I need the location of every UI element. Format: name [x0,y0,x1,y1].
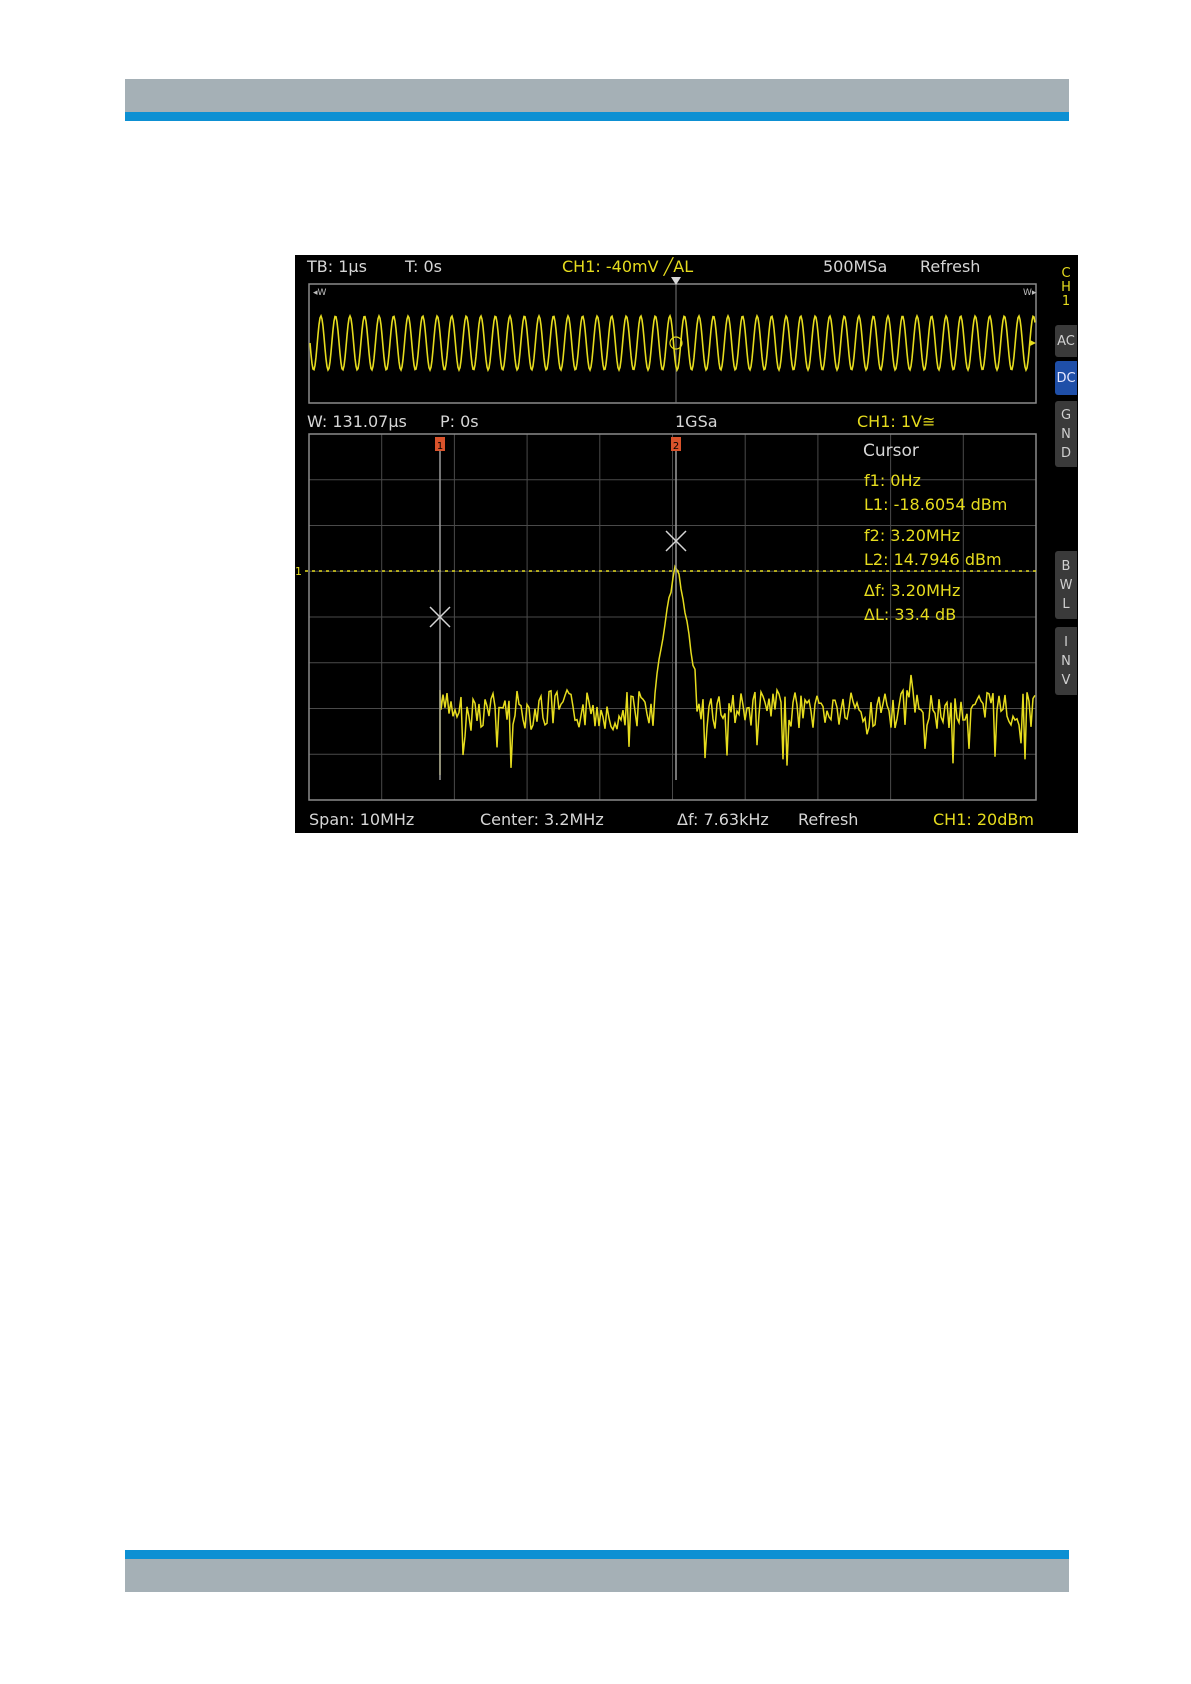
cursor-delta-l-readout: ΔL: 33.4 dB [864,605,956,624]
cursor-1-marker-label: 1 [437,441,443,452]
cursor-f1-readout: f1: 0Hz [864,471,921,490]
cursor-panel-title: Cursor [863,441,919,461]
footer-band [125,1559,1069,1592]
cursor-delta-f-readout: Δf: 3.20MHz [864,581,960,600]
cursor-f2-readout: f2: 3.20MHz [864,526,960,545]
cursor-l1-readout: L1: -18.6054 dBm [864,495,1007,514]
cursor-2-marker-label: 2 [673,441,679,452]
overview-window [308,283,1037,404]
cursor-l2-readout: L2: 14.7946 dBm [864,550,1002,569]
scroll-left-icon[interactable]: ◂W [313,288,327,298]
header-band [125,79,1069,112]
trigger-level-marker-icon[interactable] [1030,340,1036,346]
footer-accent-line [125,1550,1069,1559]
oscilloscope-screen: TB: 1µs T: 0s CH1: -40mV ╱AL 500MSa Refr… [295,255,1078,833]
header-accent-line [125,112,1069,121]
channel-marker-icon[interactable]: 1 [295,565,302,578]
time-domain-trace [309,313,1036,373]
scroll-right-icon[interactable]: W▸ [1023,288,1037,298]
